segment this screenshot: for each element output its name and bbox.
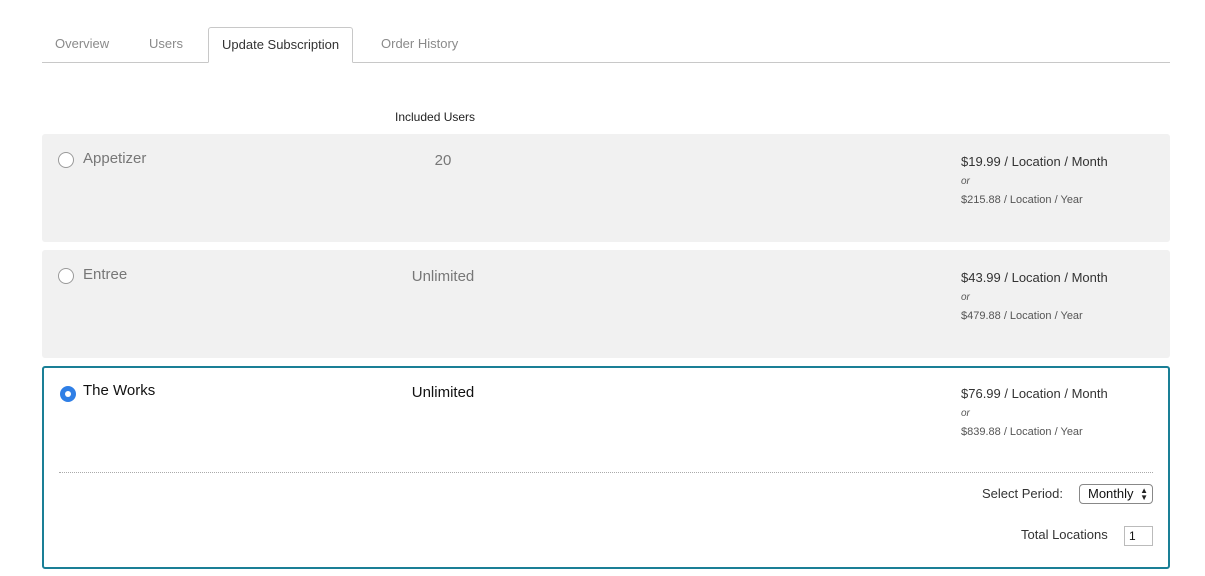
plan-row-appetizer[interactable]: Appetizer 20 $19.99 / Location / Month o… [42, 134, 1170, 242]
price-monthly: $19.99 / Location / Month [961, 154, 1108, 169]
included-users-header: Included Users [395, 110, 476, 124]
plan-name: Appetizer [83, 150, 147, 167]
tab-order-history[interactable]: Order History [368, 27, 471, 63]
plan-radio-entree[interactable] [58, 268, 74, 284]
total-locations-label: Total Locations [1021, 527, 1108, 542]
plan-price: $43.99 / Location / Month or $479.88 / L… [961, 268, 1108, 322]
plan-name: Entree [83, 266, 128, 283]
plan-users: 20 [434, 152, 452, 169]
tab-bar: Overview Users Update Subscription Order… [42, 27, 1170, 63]
plan-price: $19.99 / Location / Month or $215.88 / L… [961, 152, 1108, 206]
price-monthly: $43.99 / Location / Month [961, 270, 1108, 285]
plan-radio-appetizer[interactable] [58, 152, 74, 168]
price-yearly: $479.88 / Location / Year [961, 310, 1083, 322]
price-yearly: $215.88 / Location / Year [961, 194, 1083, 206]
tab-overview[interactable]: Overview [42, 27, 122, 63]
tab-users[interactable]: Users [136, 27, 196, 63]
price-yearly: $839.88 / Location / Year [961, 426, 1083, 438]
select-arrows-icon: ▲ ▼ [1140, 486, 1148, 502]
plan-users: Unlimited [411, 268, 475, 285]
plan-name: The Works [83, 382, 156, 399]
plan-row-the-works[interactable]: The Works Unlimited $76.99 / Location / … [42, 366, 1170, 569]
options-divider [59, 472, 1153, 473]
plan-row-entree[interactable]: Entree Unlimited $43.99 / Location / Mon… [42, 250, 1170, 358]
select-period-label: Select Period: [982, 486, 1063, 501]
plan-users: Unlimited [411, 384, 475, 401]
plan-price: $76.99 / Location / Month or $839.88 / L… [961, 384, 1108, 438]
plan-radio-the-works[interactable] [60, 386, 76, 402]
price-monthly: $76.99 / Location / Month [961, 386, 1108, 401]
total-locations-input[interactable]: 1 [1124, 526, 1153, 546]
period-select-value: Monthly [1088, 486, 1134, 501]
tab-update-subscription[interactable]: Update Subscription [208, 27, 354, 63]
period-select[interactable]: Monthly ▲ ▼ [1079, 484, 1153, 504]
